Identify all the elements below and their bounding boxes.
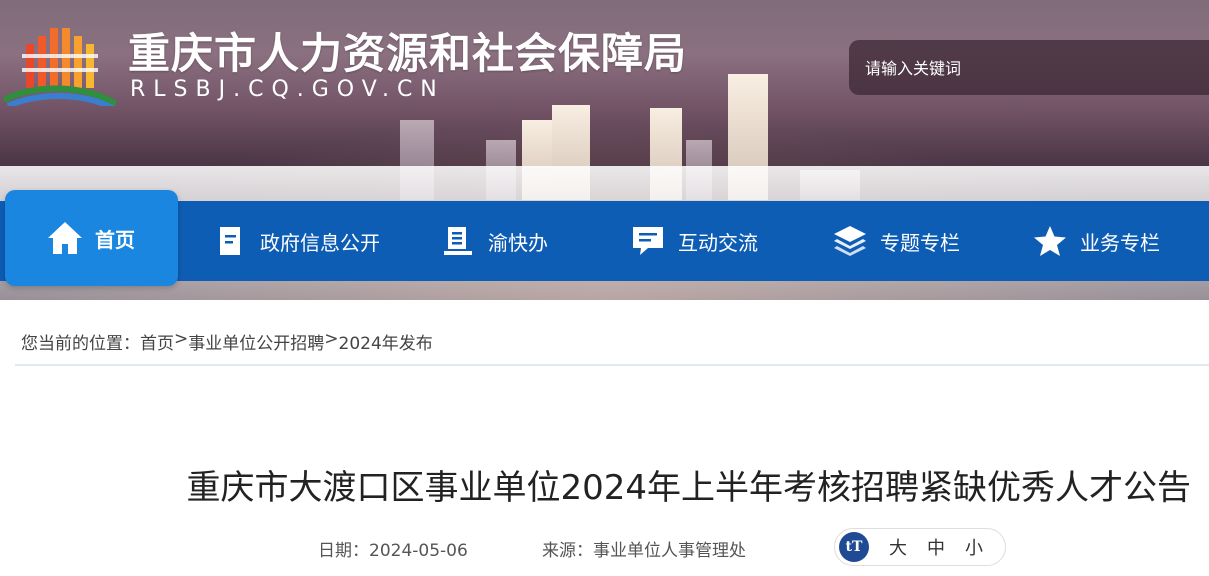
breadcrumb-link-home[interactable]: 首页 <box>140 329 174 354</box>
home-icon <box>45 218 85 258</box>
breadcrumb-separator: > <box>174 328 189 349</box>
nav-item-label: 首页 <box>95 227 135 252</box>
site-domain: RLSBJ.CQ.GOV.CN <box>130 77 445 102</box>
source-value: 事业单位人事管理处 <box>593 541 746 561</box>
cq-hrss-logo-icon <box>4 28 116 106</box>
nav-item-topics[interactable]: 专题专栏 <box>830 201 960 281</box>
nav-item-label: 专题专栏 <box>880 230 960 255</box>
star-icon <box>1030 221 1070 261</box>
breadcrumb-link-recruitment[interactable]: 事业单位公开招聘 <box>188 329 324 354</box>
font-size-small-button[interactable]: 小 <box>965 534 983 560</box>
nav-item-interaction[interactable]: 互动交流 <box>628 201 758 281</box>
breadcrumb-prefix: 您当前的位置： <box>21 333 140 354</box>
article-title: 重庆市大渡口区事业单位2024年上半年考核招聘紧缺优秀人才公告 <box>186 468 1191 508</box>
layers-icon <box>830 221 870 261</box>
date-value: 2024-05-06 <box>369 541 468 561</box>
nav-item-yukuaiban[interactable]: 渝快办 <box>438 201 548 281</box>
nav-item-label: 业务专栏 <box>1080 230 1160 255</box>
font-size-icon: tT <box>839 532 869 562</box>
nav-item-gov-info[interactable]: 政府信息公开 <box>210 201 380 281</box>
article-source: 来源：事业单位人事管理处 <box>542 536 746 561</box>
nav-item-label: 互动交流 <box>678 230 758 255</box>
chat-icon <box>628 221 668 261</box>
source-label: 来源： <box>542 541 593 561</box>
main-nav <box>0 201 1209 281</box>
nav-item-label: 渝快办 <box>488 230 548 255</box>
font-size-switcher: tT 大 中 小 <box>834 528 1006 566</box>
font-size-medium-button[interactable]: 中 <box>927 534 945 560</box>
nav-item-business[interactable]: 业务专栏 <box>1030 201 1160 281</box>
nav-item-label: 政府信息公开 <box>260 230 380 255</box>
site-title: 重庆市人力资源和社会保障局 <box>128 29 688 78</box>
document-icon <box>210 221 250 261</box>
breadcrumb-separator: > <box>324 328 339 349</box>
breadcrumb: 您当前的位置： 首页 > 事业单位公开招聘 > 2024年发布 <box>15 329 433 354</box>
nav-item-home[interactable]: 首页 <box>45 190 135 286</box>
breadcrumb-link-2024[interactable]: 2024年发布 <box>339 329 433 354</box>
date-label: 日期： <box>318 541 369 561</box>
page: 重庆市人力资源和社会保障局 RLSBJ.CQ.GOV.CN 首页 政府信息公开 … <box>0 0 1209 576</box>
breadcrumb-bar: 您当前的位置： 首页 > 事业单位公开招聘 > 2024年发布 <box>15 318 1209 366</box>
service-icon <box>438 221 478 261</box>
font-size-large-button[interactable]: 大 <box>889 534 907 560</box>
search-box <box>849 40 1209 95</box>
article-date: 日期：2024-05-06 <box>318 536 468 561</box>
search-input[interactable] <box>865 54 1185 82</box>
